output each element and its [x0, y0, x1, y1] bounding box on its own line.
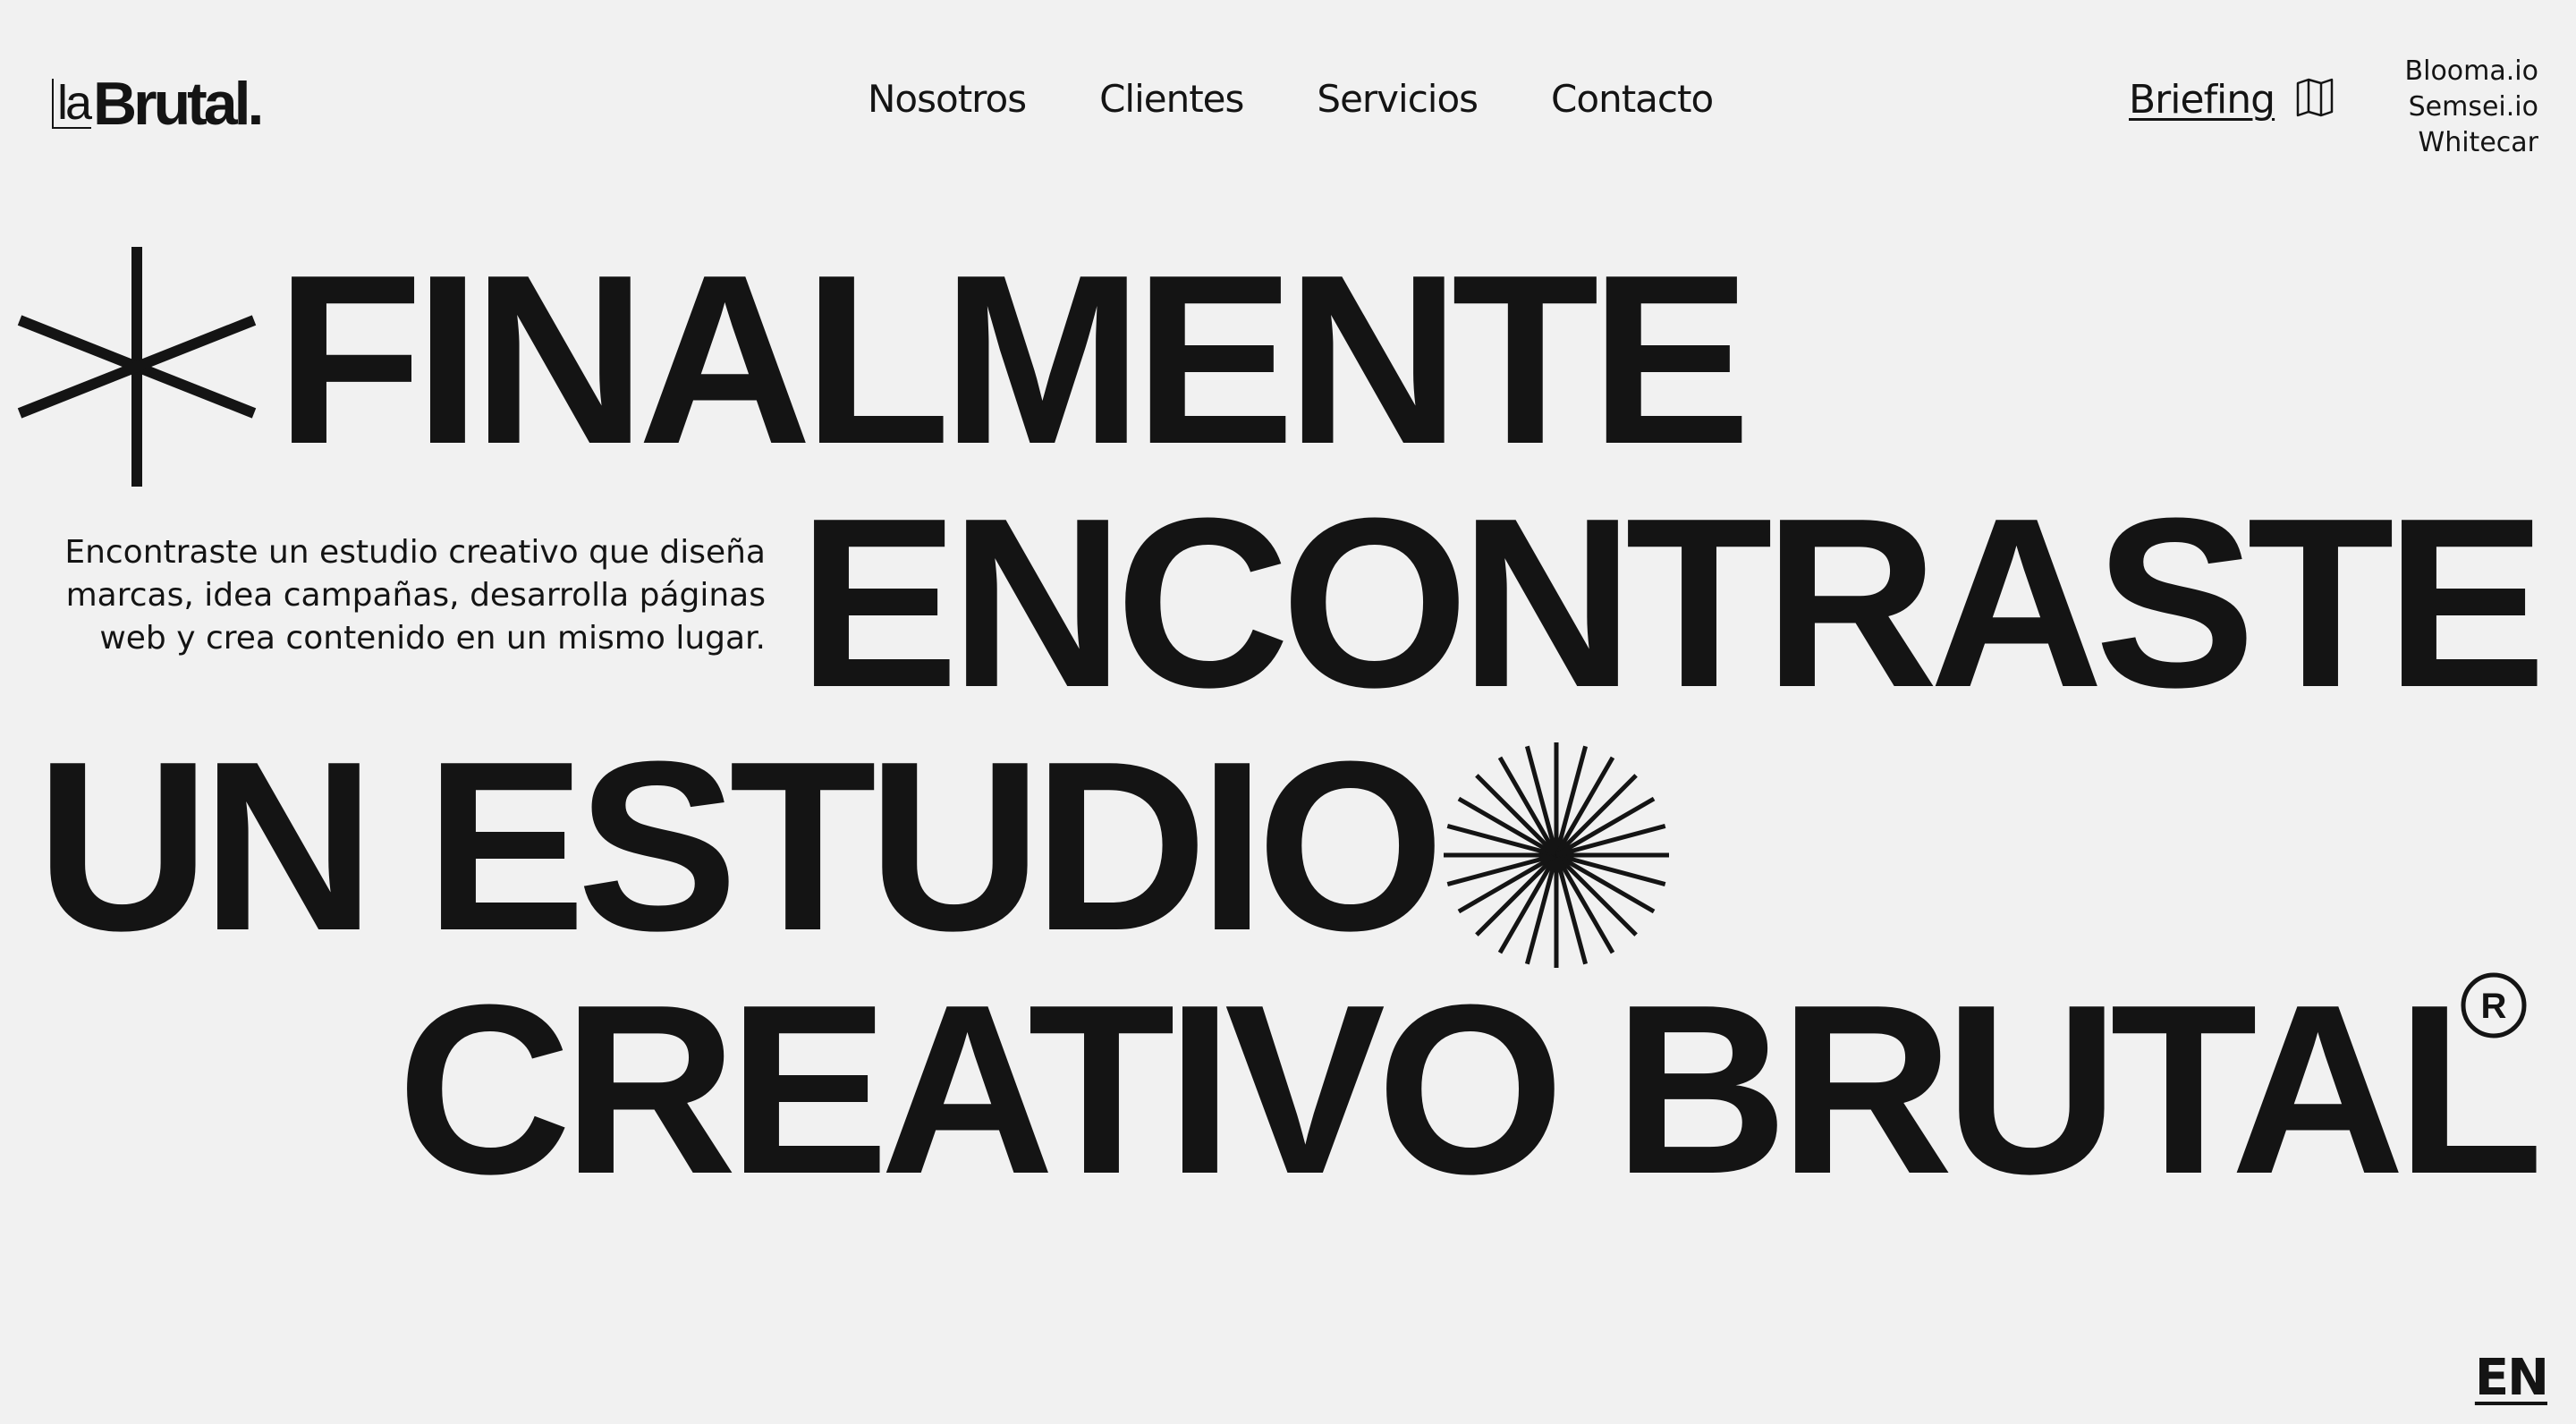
site-link-whitecar[interactable]: Whitecar [2405, 125, 2538, 161]
logo-prefix: la [52, 79, 92, 129]
hero-line-4: CREATIVO BRUTAL [397, 955, 2544, 1225]
site-link-blooma[interactable]: Blooma.io [2405, 54, 2538, 89]
svg-text:R: R [2481, 987, 2507, 1026]
sister-sites: Blooma.io Semsei.io Whitecar [2405, 54, 2538, 161]
nav-link-servicios[interactable]: Servicios [1317, 81, 1479, 118]
hero-description: Encontraste un estudio creativo que dise… [64, 534, 766, 657]
briefing-group: Briefing [2129, 77, 2335, 123]
main-nav: Nosotros Clientes Servicios Contacto [868, 81, 1714, 118]
site-link-semsei[interactable]: Semsei.io [2405, 89, 2538, 125]
logo-link[interactable]: la Brutal. [52, 70, 264, 138]
logo-name: Brutal. [93, 70, 264, 138]
nav-link-nosotros[interactable]: Nosotros [868, 81, 1027, 118]
book-icon[interactable] [2294, 77, 2335, 123]
hero-line-1: FINALMENTE [275, 225, 1751, 495]
registered-icon: R [2458, 970, 2529, 1046]
hero-line-3: UN ESTUDIO [36, 712, 1445, 981]
nav-link-contacto[interactable]: Contacto [1551, 81, 1714, 118]
starburst-icon [1442, 741, 1671, 974]
briefing-link[interactable]: Briefing [2129, 77, 2275, 123]
hero-line-2: ENCONTRASTE [798, 469, 2546, 738]
language-switch[interactable]: EN [2475, 1349, 2549, 1407]
asterisk-icon [16, 243, 258, 495]
nav-link-clientes[interactable]: Clientes [1099, 81, 1244, 118]
